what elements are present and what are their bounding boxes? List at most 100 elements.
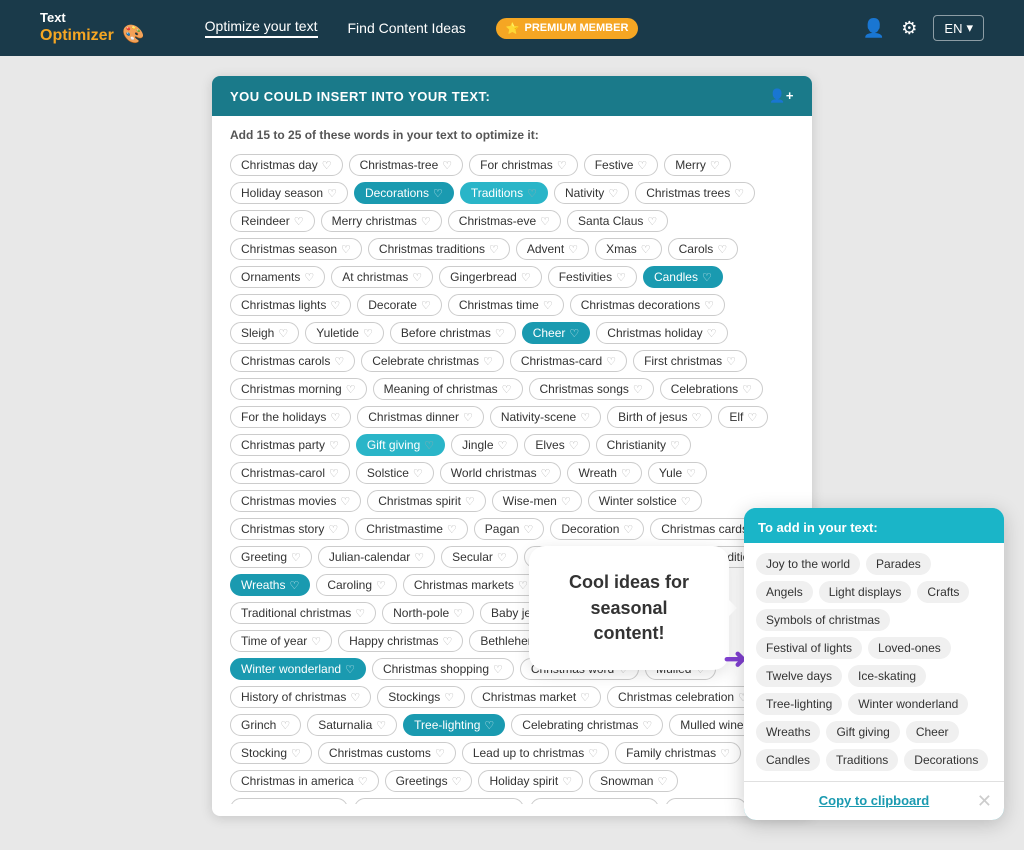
tag-item[interactable]: Around christmas ♡ [530, 798, 659, 804]
tag-item[interactable]: Wreaths ♡ [230, 574, 310, 596]
tag-item[interactable]: Carolers ♡ [665, 798, 746, 804]
tag-item[interactable]: Christmas-card ♡ [510, 350, 627, 372]
tag-item[interactable]: Ornaments ♡ [230, 266, 325, 288]
tag-item[interactable]: Wise-men ♡ [492, 490, 582, 512]
popup-tag-item[interactable]: Parades [866, 553, 931, 575]
tag-item[interactable]: Caroling ♡ [316, 574, 397, 596]
tag-item[interactable]: Elf ♡ [718, 406, 768, 428]
tag-item[interactable]: Christmas decorations ♡ [570, 294, 725, 316]
tag-item[interactable]: Stockings ♡ [377, 686, 465, 708]
tag-item[interactable]: Celebrating christmas ♡ [511, 714, 663, 736]
popup-tag-item[interactable]: Symbols of christmas [756, 609, 890, 631]
tag-item[interactable]: Sleigh ♡ [230, 322, 299, 344]
tag-item[interactable]: North-pole ♡ [382, 602, 474, 624]
tag-item[interactable]: At christmas ♡ [331, 266, 433, 288]
tag-item[interactable]: Christmas spirit ♡ [367, 490, 486, 512]
popup-tag-item[interactable]: Tree-lighting [756, 693, 842, 715]
popup-tag-item[interactable]: Festival of lights [756, 637, 862, 659]
tag-item[interactable]: Family christmas ♡ [615, 742, 741, 764]
popup-tag-item[interactable]: Winter wonderland [848, 693, 968, 715]
tag-item[interactable]: Christmas carols ♡ [230, 350, 355, 372]
tag-item[interactable]: Decoration ♡ [550, 518, 644, 540]
tag-item[interactable]: Christmas dinner ♡ [357, 406, 484, 428]
popup-tag-item[interactable]: Joy to the world [756, 553, 860, 575]
tag-item[interactable]: Merry christmas ♡ [321, 210, 442, 232]
tag-item[interactable]: Xmas ♡ [595, 238, 662, 260]
nav-optimize[interactable]: Optimize your text [205, 18, 318, 38]
tag-item[interactable]: Birth of jesus ♡ [607, 406, 712, 428]
tag-item[interactable]: Christmas movies ♡ [230, 490, 361, 512]
tag-item[interactable]: Merry ♡ [664, 154, 731, 176]
logo[interactable]: Text Optimizer 🎨 [40, 11, 145, 45]
tag-item[interactable]: Christmas holiday ♡ [596, 322, 727, 344]
tag-item[interactable]: Yule ♡ [648, 462, 707, 484]
popup-tag-item[interactable]: Decorations [904, 749, 988, 771]
copy-to-clipboard-button[interactable]: Copy to clipboard [819, 793, 930, 808]
tag-item[interactable]: Greetings ♡ [385, 770, 473, 792]
tag-item[interactable]: Christmas lights ♡ [230, 294, 351, 316]
tag-item[interactable]: Yuletide ♡ [305, 322, 384, 344]
tag-item[interactable]: Christmastime ♡ [355, 518, 468, 540]
popup-tag-item[interactable]: Ice-skating [848, 665, 926, 687]
tag-item[interactable]: Greeting ♡ [230, 546, 312, 568]
popup-tag-item[interactable]: Candles [756, 749, 820, 771]
tag-item[interactable]: Happy christmas ♡ [338, 630, 463, 652]
tag-item[interactable]: For christmas ♡ [469, 154, 578, 176]
tag-item[interactable]: Christmas day ♡ [230, 154, 343, 176]
popup-tag-item[interactable]: Wreaths [756, 721, 820, 743]
tag-item[interactable]: Christmas party ♡ [230, 434, 350, 456]
popup-tag-item[interactable]: Twelve days [756, 665, 842, 687]
tag-item[interactable]: Celebrations ♡ [660, 378, 763, 400]
tag-item[interactable]: Julian-calendar ♡ [318, 546, 435, 568]
tag-item[interactable]: Before christmas ♡ [390, 322, 516, 344]
tag-item[interactable]: Holiday season ♡ [230, 182, 348, 204]
tag-item[interactable]: Traditional christmas ♡ [230, 602, 376, 624]
settings-icon[interactable]: ⚙ [901, 18, 917, 39]
tag-item[interactable]: Christmas season ♡ [230, 238, 362, 260]
tag-item[interactable]: Christmas time ♡ [448, 294, 564, 316]
tag-item[interactable]: Celebrate christmas ♡ [361, 350, 504, 372]
tag-item[interactable]: New year's eve ♡ [230, 798, 348, 804]
popup-tag-item[interactable]: Cheer [906, 721, 959, 743]
tag-item[interactable]: Christmas shopping ♡ [372, 658, 514, 680]
tag-item[interactable]: Christmas customs ♡ [318, 742, 456, 764]
tag-item[interactable]: Gift giving ♡ [356, 434, 445, 456]
tag-item[interactable]: Festive ♡ [584, 154, 659, 176]
tag-item[interactable]: Christmas market ♡ [471, 686, 601, 708]
tag-item[interactable]: Christmas morning ♡ [230, 378, 367, 400]
tag-item[interactable]: Nativity-scene ♡ [490, 406, 601, 428]
tag-item[interactable]: History of christmas ♡ [230, 686, 371, 708]
tag-item[interactable]: Christmas songs ♡ [529, 378, 654, 400]
popup-tag-item[interactable]: Light displays [819, 581, 912, 603]
tag-item[interactable]: Winter wonderland ♡ [230, 658, 366, 680]
tag-item[interactable]: Advent ♡ [516, 238, 589, 260]
tag-item[interactable]: Jingle ♡ [451, 434, 518, 456]
tag-item[interactable]: Grinch ♡ [230, 714, 301, 736]
tag-item[interactable]: Christmas-tree ♡ [349, 154, 464, 176]
tag-item[interactable]: Reindeer ♡ [230, 210, 315, 232]
popup-tag-item[interactable]: Traditions [826, 749, 898, 771]
tag-item[interactable]: Christmas-eve ♡ [448, 210, 561, 232]
tag-item[interactable]: World christmas ♡ [440, 462, 562, 484]
lang-selector[interactable]: EN ▾ [933, 15, 984, 41]
premium-badge[interactable]: ⭐ PREMIUM MEMBER [496, 18, 639, 39]
tag-item[interactable]: Christmas markets ♡ [403, 574, 539, 596]
tag-item[interactable]: Secular ♡ [441, 546, 518, 568]
tag-item[interactable]: For the holidays ♡ [230, 406, 351, 428]
tag-item[interactable]: Christmas traditions ♡ [368, 238, 510, 260]
tag-item[interactable]: Holiday spirit ♡ [478, 770, 583, 792]
popup-tag-item[interactable]: Angels [756, 581, 813, 603]
tag-item[interactable]: Traditions ♡ [460, 182, 548, 204]
tag-item[interactable]: Gingerbread ♡ [439, 266, 542, 288]
tag-item[interactable]: Meaning of christmas ♡ [373, 378, 523, 400]
tag-item[interactable]: Winter solstice ♡ [588, 490, 702, 512]
tag-item[interactable]: Wreath ♡ [567, 462, 641, 484]
tag-item[interactable]: Carols ♡ [668, 238, 739, 260]
popup-close-button[interactable]: ✕ [977, 792, 992, 810]
tag-item[interactable]: Festivities ♡ [548, 266, 637, 288]
tag-item[interactable]: Tree-lighting ♡ [403, 714, 505, 736]
tag-item[interactable]: Candles ♡ [643, 266, 723, 288]
tag-item[interactable]: Christmas celebration ♡ [607, 686, 759, 708]
tag-item[interactable]: Elves ♡ [524, 434, 589, 456]
tag-item[interactable]: Time of year ♡ [230, 630, 332, 652]
